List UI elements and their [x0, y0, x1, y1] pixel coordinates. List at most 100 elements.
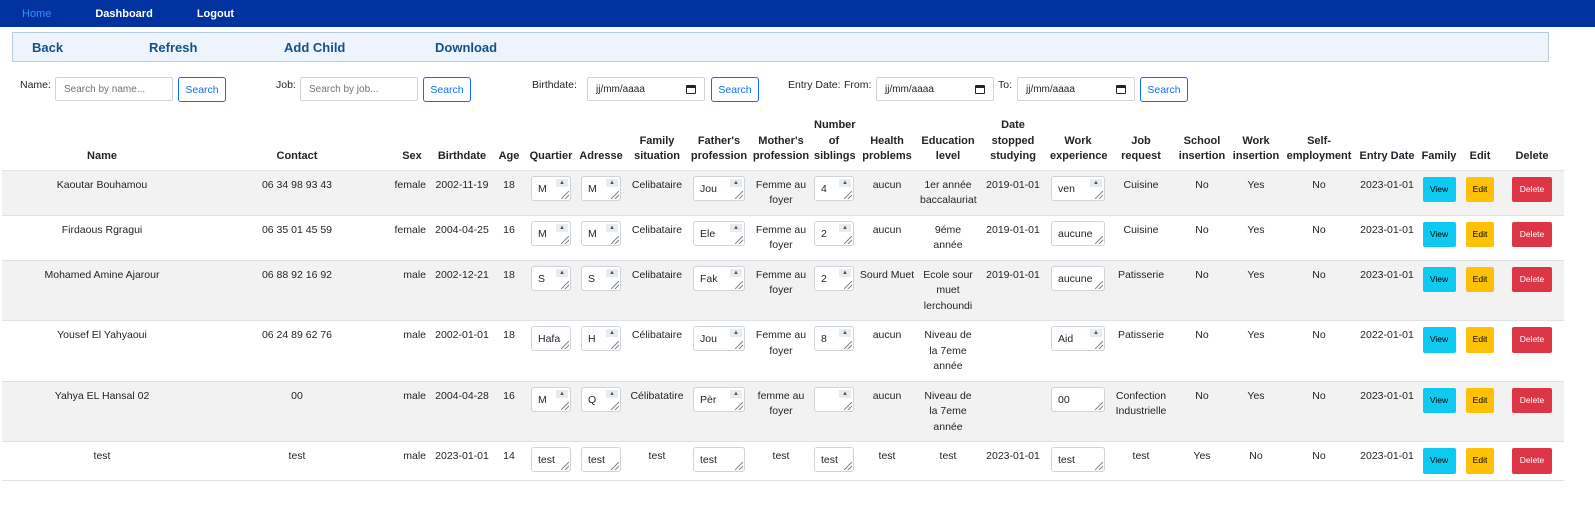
scroll-arrows-icon[interactable]: ▲ [730, 329, 742, 337]
job-search-input[interactable]: Search by job... [300, 77, 418, 101]
add-child-button[interactable]: Add Child [284, 40, 345, 55]
father-profession-textarea[interactable]: Fak ▲ [693, 265, 745, 291]
scroll-arrows-icon[interactable]: ▲ [606, 268, 618, 277]
entry-date-search-button[interactable]: Search [1140, 77, 1188, 102]
work-experience-textarea[interactable]: test [1051, 447, 1105, 472]
download-button[interactable]: Download [435, 40, 497, 55]
scroll-arrows-icon[interactable]: ▲ [839, 178, 851, 187]
scroll-arrows-icon[interactable]: ▲ [730, 178, 742, 187]
quartier-textarea[interactable]: M ▲ [531, 220, 571, 246]
entry-from-date-input[interactable]: jj/mm/aaaa [876, 77, 994, 101]
scroll-arrows-icon[interactable]: ▲ [730, 268, 742, 277]
father-profession-textarea[interactable]: Ele ▲ [693, 220, 745, 246]
nav-dashboard-link[interactable]: Dashboard [95, 8, 152, 20]
resize-grip-icon[interactable] [611, 280, 619, 289]
quartier-textarea[interactable]: M ▲ [531, 386, 571, 412]
delete-button[interactable]: Delete [1512, 387, 1552, 413]
name-search-input[interactable]: Search by name... [55, 77, 173, 101]
scroll-arrows-icon[interactable]: ▲ [730, 389, 742, 398]
scroll-arrows-icon[interactable]: ▲ [606, 223, 618, 232]
back-button[interactable]: Back [32, 40, 63, 55]
scroll-arrows-icon[interactable]: ▲ [839, 223, 851, 232]
scroll-arrows-icon[interactable]: ▲ [556, 223, 568, 232]
delete-button[interactable]: Delete [1512, 266, 1552, 292]
resize-grip-icon[interactable] [561, 341, 569, 349]
scroll-arrows-icon[interactable]: ▲ [839, 268, 851, 277]
scroll-arrows-icon[interactable]: ▲ [606, 329, 618, 337]
edit-button[interactable]: Edit [1466, 221, 1494, 247]
resize-grip-icon[interactable] [735, 190, 743, 199]
resize-grip-icon[interactable] [844, 235, 852, 244]
work-experience-textarea[interactable]: aucune [1051, 265, 1105, 291]
view-button[interactable]: View [1422, 448, 1456, 474]
edit-button[interactable]: Edit [1466, 266, 1494, 292]
resize-grip-icon[interactable] [561, 190, 569, 199]
view-button[interactable]: View [1422, 266, 1456, 292]
work-experience-textarea[interactable]: Aid ▲ [1051, 326, 1105, 351]
siblings-textarea[interactable]: 8 ▲ [814, 326, 854, 351]
resize-grip-icon[interactable] [844, 341, 852, 349]
nav-home-link[interactable]: Home [22, 8, 51, 20]
resize-grip-icon[interactable] [611, 341, 619, 349]
resize-grip-icon[interactable] [561, 280, 569, 289]
scroll-arrows-icon[interactable]: ▲ [556, 389, 568, 398]
scroll-arrows-icon[interactable]: ▲ [1090, 178, 1102, 187]
calendar-icon[interactable] [1116, 84, 1126, 94]
work-experience-textarea[interactable]: ven ▲ [1051, 175, 1105, 201]
adresse-textarea[interactable]: Q ▲ [581, 386, 621, 412]
quartier-textarea[interactable]: test [531, 447, 571, 472]
scroll-arrows-icon[interactable]: ▲ [606, 178, 618, 187]
resize-grip-icon[interactable] [561, 401, 569, 410]
scroll-arrows-icon[interactable]: ▲ [730, 223, 742, 232]
adresse-textarea[interactable]: test [581, 447, 621, 472]
resize-grip-icon[interactable] [1095, 401, 1103, 410]
birthdate-date-input[interactable]: jj/mm/aaaa [587, 77, 705, 101]
resize-grip-icon[interactable] [611, 401, 619, 410]
adresse-textarea[interactable]: M ▲ [581, 220, 621, 246]
quartier-textarea[interactable]: S ▲ [531, 265, 571, 291]
father-profession-textarea[interactable]: Jou ▲ [693, 175, 745, 201]
siblings-textarea[interactable]: 2 ▲ [814, 220, 854, 246]
siblings-textarea[interactable]: test [814, 447, 854, 472]
delete-button[interactable]: Delete [1512, 448, 1552, 474]
delete-button[interactable]: Delete [1512, 221, 1552, 247]
view-button[interactable]: View [1422, 221, 1456, 247]
edit-button[interactable]: Edit [1466, 176, 1494, 202]
father-profession-textarea[interactable]: Pèr ▲ [693, 386, 745, 412]
birthdate-search-button[interactable]: Search [711, 77, 759, 102]
resize-grip-icon[interactable] [561, 235, 569, 244]
resize-grip-icon[interactable] [735, 341, 743, 349]
siblings-textarea[interactable]: 4 ▲ [814, 175, 854, 201]
siblings-textarea[interactable]: ▲ [814, 386, 854, 412]
calendar-icon[interactable] [975, 84, 985, 94]
resize-grip-icon[interactable] [561, 462, 569, 470]
work-experience-textarea[interactable]: aucune [1051, 220, 1105, 246]
work-experience-textarea[interactable]: 00 [1051, 386, 1105, 412]
quartier-textarea[interactable]: Hafa [531, 326, 571, 351]
siblings-textarea[interactable]: 2 ▲ [814, 265, 854, 291]
scroll-arrows-icon[interactable]: ▲ [556, 178, 568, 187]
delete-button[interactable]: Delete [1512, 176, 1552, 202]
resize-grip-icon[interactable] [844, 401, 852, 410]
job-search-button[interactable]: Search [423, 77, 471, 102]
resize-grip-icon[interactable] [611, 235, 619, 244]
scroll-arrows-icon[interactable]: ▲ [556, 268, 568, 277]
nav-logout-link[interactable]: Logout [197, 8, 234, 20]
scroll-arrows-icon[interactable]: ▲ [839, 329, 851, 337]
resize-grip-icon[interactable] [611, 462, 619, 470]
adresse-textarea[interactable]: S ▲ [581, 265, 621, 291]
name-search-button[interactable]: Search [178, 77, 226, 102]
scroll-arrows-icon[interactable]: ▲ [606, 389, 618, 398]
scroll-arrows-icon[interactable]: ▲ [1090, 329, 1102, 337]
resize-grip-icon[interactable] [844, 190, 852, 199]
view-button[interactable]: View [1422, 176, 1456, 202]
resize-grip-icon[interactable] [735, 280, 743, 289]
quartier-textarea[interactable]: M ▲ [531, 175, 571, 201]
edit-button[interactable]: Edit [1466, 327, 1494, 353]
calendar-icon[interactable] [686, 84, 696, 94]
resize-grip-icon[interactable] [735, 401, 743, 410]
resize-grip-icon[interactable] [844, 280, 852, 289]
resize-grip-icon[interactable] [1095, 280, 1103, 289]
resize-grip-icon[interactable] [735, 462, 743, 470]
scroll-arrows-icon[interactable]: ▲ [839, 389, 851, 398]
